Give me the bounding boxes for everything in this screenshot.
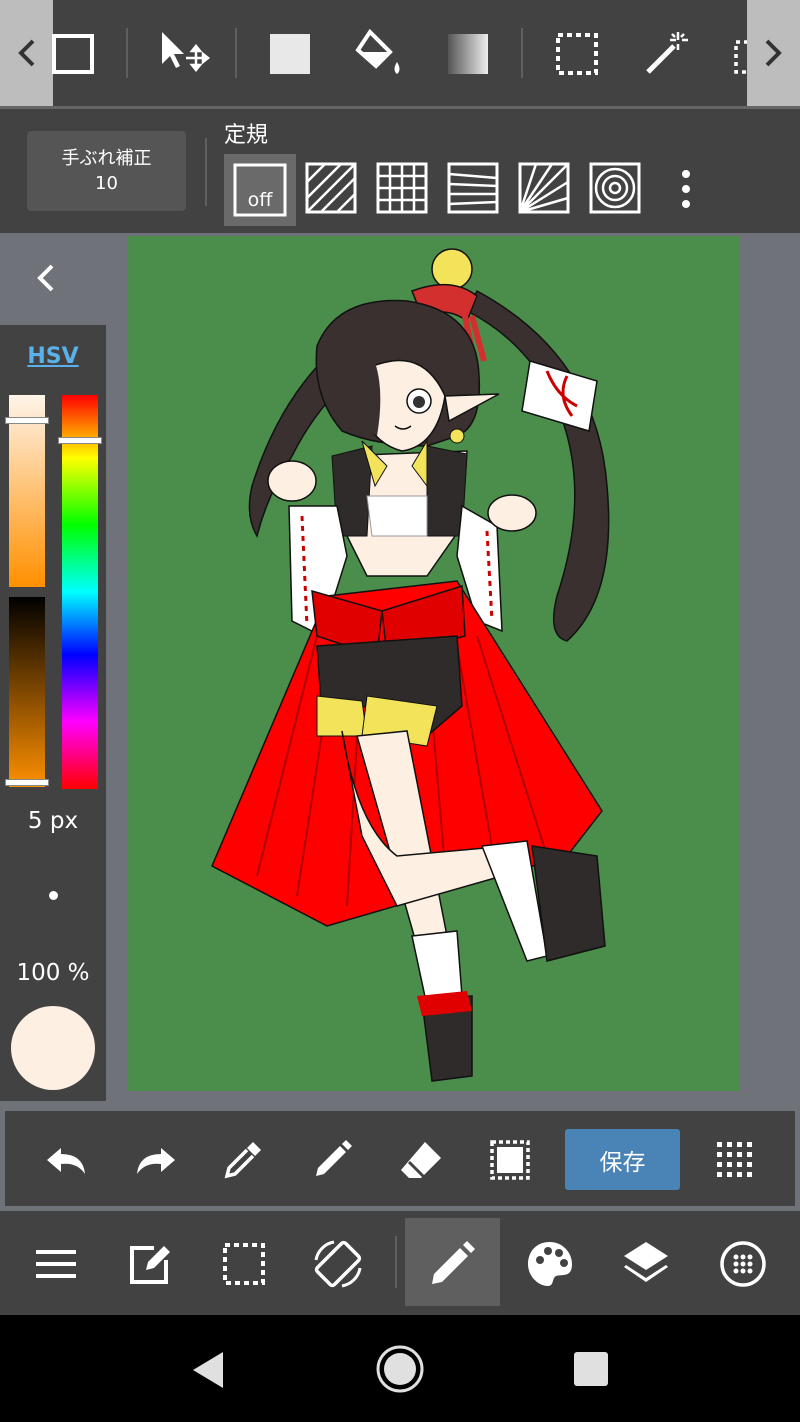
select-rect-icon — [556, 33, 598, 75]
bucket-icon — [355, 28, 400, 74]
home-icon — [376, 1345, 424, 1393]
fill-rect-icon — [270, 34, 310, 74]
brightness-handle[interactable] — [5, 779, 49, 786]
ruler-off-button[interactable]: off — [224, 154, 296, 226]
hue-slider[interactable] — [58, 395, 102, 789]
current-color-swatch[interactable] — [11, 1006, 95, 1090]
saturation-handle[interactable] — [5, 417, 49, 424]
brush-size-label[interactable]: 5 px — [0, 808, 106, 834]
rectangle-icon — [52, 34, 94, 74]
edit-icon — [130, 1246, 170, 1284]
toolbar-divider — [521, 28, 523, 78]
magic-wand-tool[interactable] — [634, 22, 698, 86]
select-menu-button[interactable] — [212, 1232, 276, 1296]
rotate-canvas-button[interactable] — [306, 1232, 370, 1296]
redo-icon — [137, 1148, 175, 1174]
palette-icon — [528, 1242, 572, 1286]
scroll-right-button[interactable] — [747, 0, 800, 106]
edit-button[interactable] — [118, 1232, 182, 1296]
rotate-icon — [314, 1240, 362, 1288]
nav-home-button[interactable] — [374, 1343, 426, 1395]
menu-divider — [395, 1236, 397, 1288]
grid-icon — [717, 1142, 752, 1177]
drawing-canvas[interactable] — [127, 236, 739, 1091]
toolbar-divider — [235, 28, 237, 78]
gradient-tool[interactable] — [436, 22, 500, 86]
move-tool[interactable] — [150, 22, 214, 86]
grid-button[interactable] — [703, 1130, 763, 1190]
ruler-grid-icon — [376, 162, 428, 214]
saturation-slider[interactable] — [5, 395, 49, 587]
brush-size-preview — [49, 891, 58, 900]
selection-button[interactable] — [480, 1130, 540, 1190]
color-mode-toggle[interactable]: HSV — [0, 344, 106, 369]
ruler-title: 定規 — [224, 123, 269, 148]
stabilizer-value: 10 — [95, 173, 118, 194]
select-rect-tool[interactable] — [545, 22, 609, 86]
ruler-concentric-button[interactable] — [587, 160, 643, 216]
eraser-button[interactable] — [391, 1130, 451, 1190]
layers-icon — [624, 1242, 668, 1282]
material-button[interactable] — [711, 1232, 775, 1296]
selection-icon — [223, 1243, 265, 1285]
eraser-icon — [401, 1142, 441, 1180]
ruler-grid-button[interactable] — [374, 160, 430, 216]
pen-button[interactable] — [302, 1130, 362, 1190]
pen-icon — [432, 1241, 475, 1284]
ruler-perspective-button[interactable] — [445, 160, 501, 216]
redo-button[interactable] — [125, 1130, 185, 1190]
toolbar-divider — [205, 138, 207, 206]
ruler-off-label: off — [248, 189, 274, 211]
brush-tool-button[interactable] — [420, 1232, 484, 1296]
gradient-icon — [448, 34, 488, 74]
back-icon — [193, 1352, 223, 1388]
stabilizer-label: 手ぶれ補正 — [61, 148, 152, 169]
menu-icon — [36, 1250, 76, 1278]
bucket-tool[interactable] — [346, 22, 410, 86]
fill-rect-tool[interactable] — [258, 22, 322, 86]
ruler-radial-icon — [518, 162, 570, 214]
hue-handle[interactable] — [58, 437, 102, 444]
ruler-concentric-icon — [589, 162, 641, 214]
ruler-radial-button[interactable] — [516, 160, 572, 216]
save-button[interactable]: 保存 — [565, 1129, 680, 1190]
eyedropper-icon — [224, 1142, 261, 1179]
material-icon — [720, 1241, 766, 1287]
toolbar-divider — [126, 28, 128, 78]
color-button[interactable] — [518, 1232, 582, 1296]
more-icon — [682, 170, 690, 208]
brightness-slider[interactable] — [5, 597, 49, 787]
nav-recents-button[interactable] — [570, 1348, 612, 1390]
magic-wand-icon — [646, 32, 688, 74]
ruler-parallel-icon — [305, 162, 357, 214]
panel-collapse-button[interactable] — [0, 236, 106, 322]
opacity-label[interactable]: 100 % — [0, 960, 106, 986]
main-menu-button[interactable] — [24, 1232, 88, 1296]
chevron-left-icon — [37, 264, 54, 292]
character-artwork — [211, 248, 610, 1082]
pen-icon — [316, 1140, 352, 1176]
undo-button[interactable] — [37, 1130, 97, 1190]
chevron-right-icon — [765, 39, 782, 67]
ruler-perspective-icon — [447, 162, 499, 214]
ruler-off-icon: off — [233, 163, 287, 217]
layers-button[interactable] — [614, 1232, 678, 1296]
selection-icon — [490, 1140, 530, 1180]
recents-icon — [574, 1352, 608, 1386]
rectangle-tool[interactable] — [40, 22, 104, 86]
nav-back-button[interactable] — [185, 1345, 235, 1395]
move-icon — [162, 32, 211, 73]
undo-icon — [47, 1148, 85, 1174]
ruler-more-button[interactable] — [658, 160, 714, 216]
stabilizer-button[interactable]: 手ぶれ補正 10 — [27, 131, 186, 211]
ruler-parallel-button[interactable] — [303, 160, 359, 216]
eyedropper-button[interactable] — [213, 1130, 273, 1190]
